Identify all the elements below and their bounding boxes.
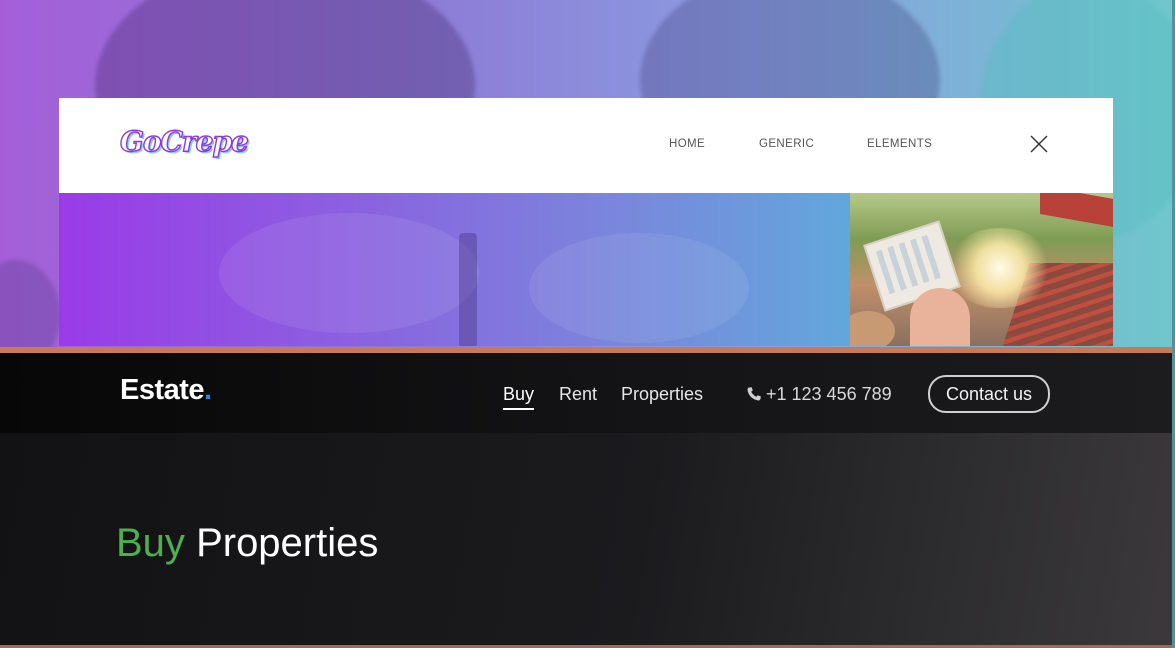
page-title: Buy Properties [116,521,378,566]
phone-icon [746,386,762,402]
promo-banner [59,193,850,346]
gocrepe-hero: GoCrepe HOME GENERIC ELEMENTS [0,0,1175,347]
menu-item-home[interactable]: HOME [669,138,705,150]
nav-buy[interactable]: Buy [503,384,535,410]
menu-item-elements[interactable]: ELEMENTS [867,138,932,150]
page-title-accent: Buy [116,521,185,565]
travel-photo [850,193,1113,346]
menu-item-generic[interactable]: GENERIC [759,138,814,150]
gocrepe-logo[interactable]: GoCrepe [119,124,249,165]
page-title-rest: Properties [196,521,379,565]
phone-link[interactable]: +1 123 456 789 [746,384,892,405]
estate-header: Estate. Buy Rent Properties +1 123 456 7… [0,353,1175,433]
estate-section: Estate. Buy Rent Properties +1 123 456 7… [0,353,1175,648]
nav-rent[interactable]: Rent [559,384,597,405]
brand-text: Estate [120,374,205,406]
brand-dot: . [204,374,212,406]
close-icon[interactable] [1030,135,1048,153]
contact-us-button[interactable]: Contact us [928,375,1050,413]
phone-number: +1 123 456 789 [766,384,892,404]
estate-logo[interactable]: Estate. [120,374,212,407]
gocrepe-header: GoCrepe HOME GENERIC ELEMENTS [59,98,1113,193]
hero-background-image [0,260,60,347]
nav-properties[interactable]: Properties [621,384,703,405]
